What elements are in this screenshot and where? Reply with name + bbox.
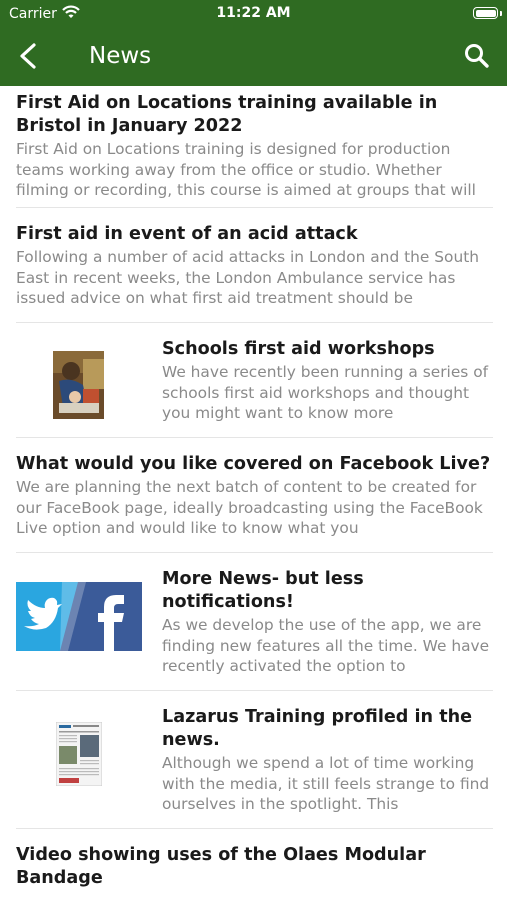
news-item-title: Video showing uses of the Olaes Modular … <box>16 845 426 888</box>
news-item-text: Lazarus Training profiled in the news. A… <box>162 706 493 828</box>
news-item-thumb-col <box>16 338 162 437</box>
news-list[interactable]: First Aid on Locations training availabl… <box>0 86 507 900</box>
news-item-text: Schools first aid workshops We have rece… <box>162 338 493 437</box>
news-item-summary: As we develop the use of the app, we are… <box>162 616 490 675</box>
news-item[interactable]: Lazarus Training profiled in the news. A… <box>16 691 493 829</box>
chevron-left-icon[interactable] <box>14 40 44 72</box>
news-item-summary: We are planning the next batch of conten… <box>16 478 483 537</box>
news-item[interactable]: Schools first aid workshops We have rece… <box>16 323 493 438</box>
news-item-summary: First Aid on Locations training is desig… <box>16 140 476 199</box>
news-item[interactable]: First aid in event of an acid attack Fol… <box>16 208 493 323</box>
news-item-thumb-col <box>16 706 162 828</box>
news-item-title: More News- but less notifications! <box>162 569 364 612</box>
battery-tip <box>500 11 502 16</box>
news-item-title: Lazarus Training profiled in the news. <box>162 707 473 750</box>
news-item-text: More News- but less notifications! As we… <box>162 568 493 690</box>
status-bar: Carrier 11:22 AM <box>0 0 507 30</box>
news-item-title: First Aid on Locations training availabl… <box>16 93 438 136</box>
news-item[interactable]: More News- but less notifications! As we… <box>16 553 493 691</box>
news-item-summary: Following a number of acid attacks in Lo… <box>16 248 479 307</box>
search-icon[interactable] <box>463 42 491 70</box>
news-item[interactable]: Video showing uses of the Olaes Modular … <box>16 829 493 900</box>
twitter-facebook-logos <box>16 582 142 651</box>
battery-icon <box>473 7 498 19</box>
news-item-title: Schools first aid workshops <box>162 339 435 359</box>
child-cpr-photo <box>53 351 104 419</box>
newspaper-clipping <box>56 722 102 786</box>
news-item-title: First aid in event of an acid attack <box>16 224 358 244</box>
page-title: News <box>89 43 152 69</box>
news-item[interactable]: What would you like covered on Facebook … <box>16 438 493 553</box>
news-item-summary: We have recently been running a series o… <box>162 363 489 422</box>
news-item-summary: Although we spend a lot of time working … <box>162 754 490 813</box>
news-item-title: What would you like covered on Facebook … <box>16 454 491 474</box>
app-header: Carrier 11:22 AM News <box>0 0 507 86</box>
news-item-thumb-col <box>16 568 162 690</box>
news-item[interactable]: First Aid on Locations training availabl… <box>16 86 493 208</box>
status-time: 11:22 AM <box>216 5 291 21</box>
